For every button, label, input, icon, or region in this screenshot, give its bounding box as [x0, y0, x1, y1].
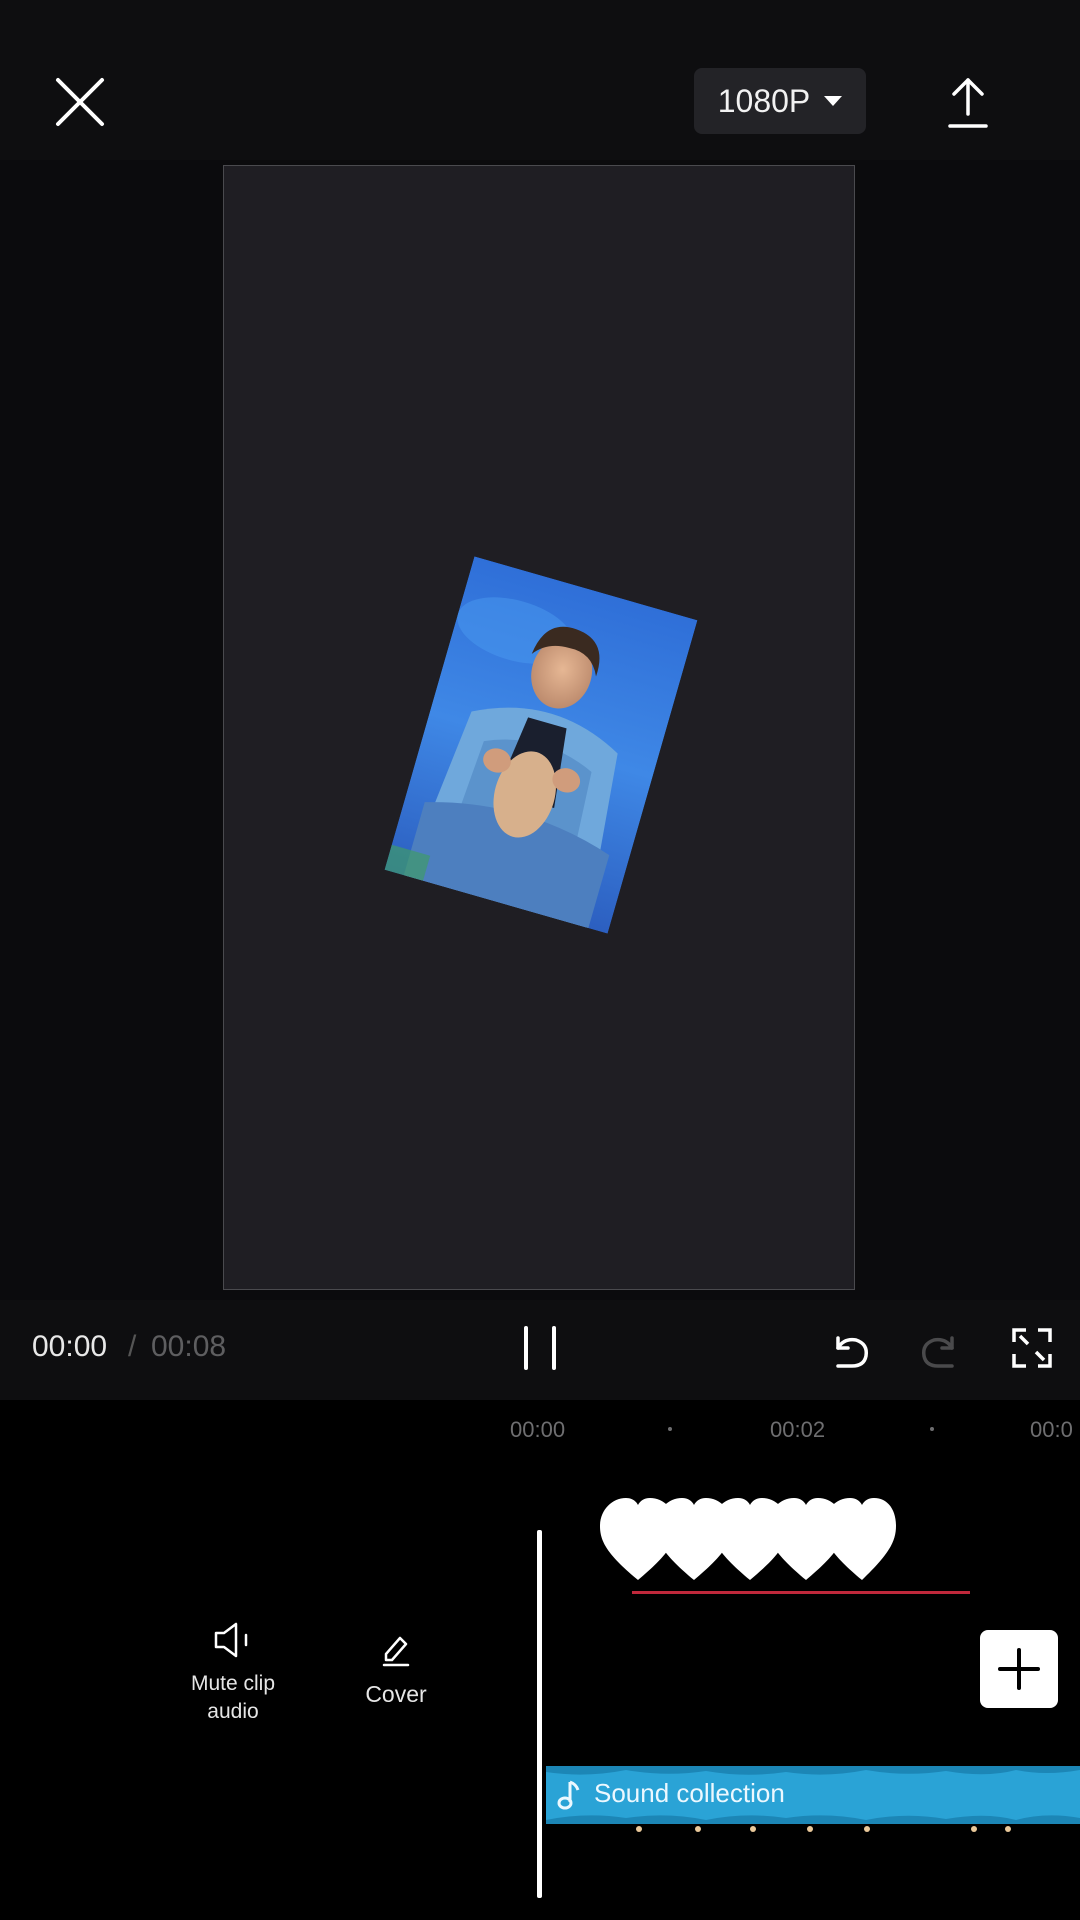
- beat-marker: [695, 1826, 701, 1832]
- speaker-icon: [214, 1622, 248, 1658]
- ruler-tick: [930, 1427, 934, 1431]
- fullscreen-icon: [1012, 1328, 1052, 1368]
- export-icon: [948, 78, 988, 128]
- close-button[interactable]: [48, 70, 112, 134]
- ruler-time-label: 00:0: [1030, 1417, 1073, 1442]
- cover-label: Cover: [365, 1681, 427, 1707]
- beat-marker: [807, 1826, 813, 1832]
- total-time: 00:08: [151, 1330, 227, 1363]
- pencil-icon: [382, 1636, 410, 1667]
- heart-sticker-clip[interactable]: [598, 1490, 898, 1590]
- caret-down-icon: [824, 96, 843, 106]
- resolution-label: 1080P: [717, 82, 811, 119]
- pause-icon: [524, 1326, 528, 1370]
- audio-track-label: Sound collection: [594, 1778, 785, 1808]
- add-clip-button[interactable]: [980, 1630, 1058, 1708]
- ruler-time-label: 00:00: [510, 1417, 566, 1442]
- beat-marker: [971, 1826, 977, 1832]
- beat-marker: [1005, 1826, 1011, 1832]
- undo-button[interactable]: [828, 1328, 872, 1372]
- beat-marker: [750, 1826, 756, 1832]
- heart-icon: [824, 1498, 896, 1580]
- plus-icon: [998, 1648, 1040, 1690]
- beat-marker: [864, 1826, 870, 1832]
- ruler-time-label: 00:02: [770, 1417, 826, 1442]
- export-button[interactable]: [944, 74, 992, 130]
- redo-icon: [921, 1336, 954, 1368]
- resolution-dropdown[interactable]: 1080P: [694, 68, 866, 134]
- redo-button[interactable]: [918, 1328, 962, 1372]
- time-separator: /: [128, 1330, 137, 1363]
- undo-icon: [836, 1336, 869, 1368]
- timeline-playhead[interactable]: [537, 1530, 542, 1898]
- pause-icon: [552, 1326, 556, 1370]
- beat-marker: [636, 1826, 642, 1832]
- ruler-tick: [668, 1427, 672, 1431]
- sticker-duration-line: [632, 1591, 970, 1594]
- close-icon: [56, 78, 104, 126]
- mute-clip-audio-button[interactable]: Mute clip audio: [163, 1620, 303, 1726]
- fullscreen-button[interactable]: [1012, 1328, 1052, 1368]
- music-note-icon: [557, 1780, 580, 1810]
- pause-button[interactable]: [520, 1326, 560, 1370]
- top-bar: [0, 0, 1080, 160]
- current-time: 00:00: [32, 1330, 108, 1363]
- mute-label-line2: audio: [207, 1700, 259, 1723]
- cover-button[interactable]: Cover: [326, 1628, 466, 1708]
- mute-label-line1: Mute clip: [190, 1672, 276, 1695]
